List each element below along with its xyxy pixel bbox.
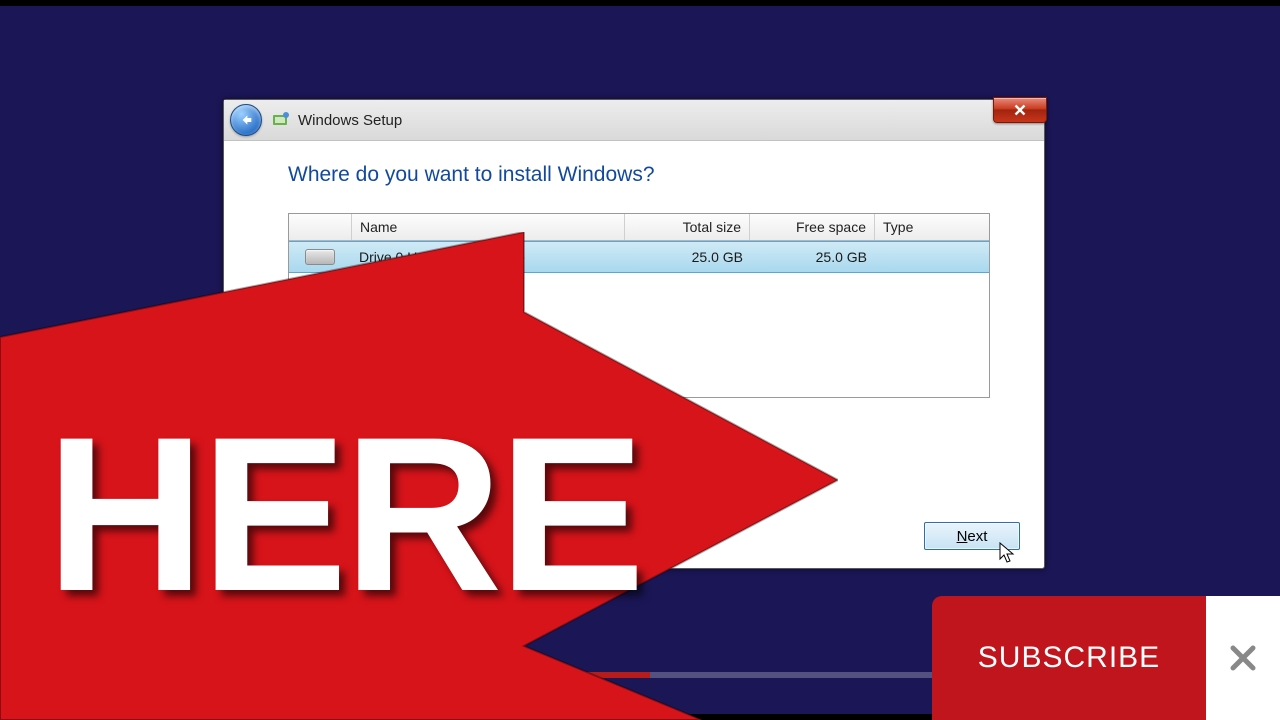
col-name: Name <box>352 214 625 240</box>
close-button[interactable] <box>993 97 1047 123</box>
col-total: Total size <box>625 214 750 240</box>
desktop: Windows Setup Where do you want to insta… <box>0 0 1280 720</box>
next-rest: ext <box>967 528 987 545</box>
subscribe-label: SUBSCRIBE <box>978 641 1160 675</box>
window-content: Where do you want to install Windows? Na… <box>224 141 1044 439</box>
cursor-icon <box>224 439 240 461</box>
app-icon <box>272 111 290 129</box>
titlebar: Windows Setup <box>224 100 1044 141</box>
window-title: Windows Setup <box>298 112 402 129</box>
row-total: 25.0 GB <box>627 249 751 265</box>
subscribe-widget: SUBSCRIBE <box>932 596 1280 720</box>
row-free: 25.0 GB <box>751 249 875 265</box>
next-accel: N <box>957 528 968 545</box>
dismiss-icon <box>1228 643 1258 673</box>
drive-icon <box>305 249 335 265</box>
row-name: Drive 0 Unallocated Space <box>351 249 627 265</box>
col-type: Type <box>875 214 989 240</box>
letterbox-top <box>0 0 1280 6</box>
page-title: Where do you want to install Windows? <box>288 163 1004 187</box>
disk-links: New <box>292 412 1004 429</box>
col-free: Free space <box>750 214 875 240</box>
new-icon <box>462 413 478 429</box>
new-link[interactable]: New <box>462 412 514 429</box>
back-button[interactable] <box>230 104 262 136</box>
seekbar-fill <box>0 672 650 678</box>
windows-setup-window: Windows Setup Where do you want to insta… <box>223 99 1045 569</box>
table-row[interactable]: Drive 0 Unallocated Space 25.0 GB 25.0 G… <box>289 241 989 273</box>
table-header: Name Total size Free space Type <box>289 214 989 241</box>
new-label: New <box>484 412 514 429</box>
close-icon <box>1014 104 1026 116</box>
back-arrow-icon <box>238 112 254 128</box>
partition-table[interactable]: Name Total size Free space Type Drive 0 … <box>288 213 990 398</box>
table-body: Drive 0 Unallocated Space 25.0 GB 25.0 G… <box>289 241 989 397</box>
subscribe-dismiss-button[interactable] <box>1206 596 1280 720</box>
next-button[interactable]: Next <box>924 522 1020 550</box>
subscribe-button[interactable]: SUBSCRIBE <box>932 596 1206 720</box>
